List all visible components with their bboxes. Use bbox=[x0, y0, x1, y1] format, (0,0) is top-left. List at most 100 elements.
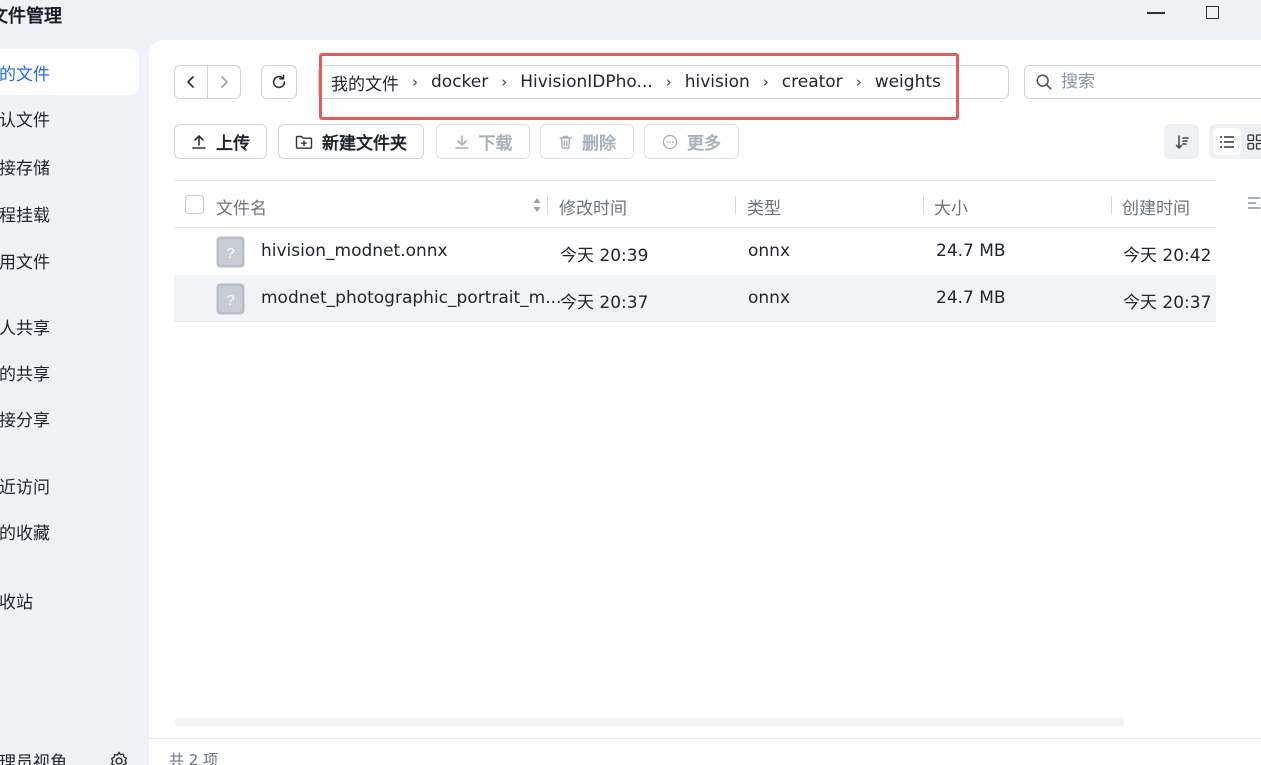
new-folder-label: 新建文件夹 bbox=[322, 134, 407, 154]
svg-text:?: ? bbox=[226, 292, 234, 309]
file-name[interactable]: hivision_modnet.onnx bbox=[261, 241, 448, 261]
breadcrumb-item[interactable]: creator bbox=[782, 72, 843, 92]
file-size: 24.7 MB bbox=[936, 241, 1006, 261]
sidebar-item-remote-mount[interactable]: 远程挂载 bbox=[0, 190, 139, 236]
sort-icon bbox=[1175, 134, 1189, 149]
main-panel: 我的文件 › docker › HivisionIDPho... › hivis… bbox=[149, 40, 1261, 740]
column-header-type[interactable]: 类型 bbox=[747, 194, 781, 219]
file-created: 今天 20:42 bbox=[1123, 246, 1212, 266]
search-icon bbox=[1036, 74, 1052, 90]
delete-button[interactable]: 删除 bbox=[540, 124, 634, 159]
sidebar-item-label: 默认文件 bbox=[0, 110, 50, 131]
sort-arrows-icon[interactable] bbox=[532, 195, 542, 215]
sidebar-item-link-share[interactable]: 链接分享 bbox=[0, 395, 139, 441]
list-view-button[interactable] bbox=[1213, 128, 1241, 155]
view-toggle bbox=[1209, 124, 1261, 159]
sidebar-item-my-share[interactable]: 我的共享 bbox=[0, 349, 139, 395]
breadcrumb-item[interactable]: 我的文件 bbox=[331, 70, 399, 95]
file-created: 今天 20:37 bbox=[1123, 293, 1212, 313]
breadcrumb-item[interactable]: weights bbox=[875, 72, 941, 92]
sidebar-item-recent[interactable]: 最近访问 bbox=[0, 462, 139, 508]
chevron-left-icon bbox=[187, 76, 194, 88]
sidebar: 我的文件 默认文件 直接存储 远程挂载 应用文件 个人共享 我的共享 链接分享 … bbox=[0, 40, 149, 765]
upload-icon bbox=[192, 134, 206, 149]
sidebar-item-label: 我的共享 bbox=[0, 364, 50, 385]
sidebar-item-label: 个人共享 bbox=[0, 318, 50, 339]
file-size: 24.7 MB bbox=[936, 288, 1006, 308]
column-settings-icon[interactable] bbox=[1247, 195, 1261, 211]
sidebar-item-favorites[interactable]: 我的收藏 bbox=[0, 508, 139, 554]
sidebar-item-label: 应用文件 bbox=[0, 252, 50, 273]
chevron-right-icon: › bbox=[412, 73, 418, 91]
delete-label: 删除 bbox=[582, 134, 616, 154]
chevron-right-icon: › bbox=[665, 73, 672, 91]
sidebar-item-my-files[interactable]: 我的文件 bbox=[0, 49, 139, 95]
sidebar-item-default-files[interactable]: 默认文件 bbox=[0, 95, 139, 141]
select-all-checkbox[interactable] bbox=[185, 195, 204, 214]
more-icon bbox=[662, 134, 678, 149]
file-type: onnx bbox=[748, 241, 791, 261]
download-label: 下载 bbox=[478, 134, 513, 154]
chevron-right-icon: › bbox=[855, 73, 862, 91]
more-button[interactable]: 更多 bbox=[644, 124, 739, 159]
sidebar-item-label: 远程挂载 bbox=[0, 205, 50, 226]
list-icon bbox=[1220, 135, 1234, 148]
gear-icon[interactable] bbox=[108, 750, 130, 765]
sidebar-item-app-files[interactable]: 应用文件 bbox=[0, 237, 139, 283]
file-table: 文件名 修改时间 类型 大小 创建时间 ? hivision_modnet.on… bbox=[174, 180, 1216, 322]
download-button[interactable]: 下载 bbox=[436, 124, 530, 159]
table-header: 文件名 修改时间 类型 大小 创建时间 bbox=[174, 180, 1216, 228]
sidebar-item-direct-storage[interactable]: 直接存储 bbox=[0, 143, 139, 189]
file-modified: 今天 20:39 bbox=[560, 246, 649, 266]
column-header-modified[interactable]: 修改时间 bbox=[559, 194, 627, 219]
new-folder-button[interactable]: 新建文件夹 bbox=[278, 124, 424, 159]
svg-text:?: ? bbox=[226, 245, 234, 262]
sidebar-item-label: 我的文件 bbox=[0, 64, 50, 85]
sidebar-item-label: 直接存储 bbox=[0, 158, 50, 179]
file-type: onnx bbox=[748, 288, 791, 308]
horizontal-scrollbar[interactable] bbox=[174, 718, 1124, 726]
breadcrumb: 我的文件 › docker › HivisionIDPho... › hivis… bbox=[318, 65, 1009, 99]
forward-button[interactable] bbox=[208, 65, 240, 99]
breadcrumb-item[interactable]: hivision bbox=[685, 72, 750, 92]
refresh-icon bbox=[272, 74, 286, 89]
file-name[interactable]: modnet_photographic_portrait_m... bbox=[261, 288, 561, 308]
trash-icon bbox=[559, 135, 572, 149]
upload-label: 上传 bbox=[216, 134, 250, 154]
table-row[interactable]: ? modnet_photographic_portrait_m... 今天 2… bbox=[174, 275, 1216, 322]
chevron-right-icon: › bbox=[501, 73, 508, 91]
more-label: 更多 bbox=[687, 134, 721, 154]
grid-view-button[interactable] bbox=[1241, 128, 1261, 155]
unknown-file-icon: ? bbox=[216, 236, 245, 268]
sidebar-item-label: 我的收藏 bbox=[0, 523, 50, 544]
grid-icon bbox=[1247, 133, 1261, 150]
sidebar-item-label: 回收站 bbox=[0, 592, 33, 613]
sidebar-item-label: 最近访问 bbox=[0, 477, 50, 498]
column-header-size[interactable]: 大小 bbox=[934, 194, 968, 219]
sidebar-item-label: 链接分享 bbox=[0, 410, 50, 431]
chevron-right-icon bbox=[221, 76, 228, 88]
column-header-name[interactable]: 文件名 bbox=[216, 194, 267, 219]
search-box bbox=[1024, 65, 1261, 99]
app-title: 文件管理 bbox=[0, 6, 62, 27]
sort-button[interactable] bbox=[1164, 124, 1199, 159]
refresh-button[interactable] bbox=[261, 65, 297, 99]
status-bar: 共 2 项 bbox=[149, 738, 1261, 765]
search-input[interactable] bbox=[1061, 72, 1241, 92]
admin-view-label[interactable]: 管理员视角 bbox=[0, 748, 67, 765]
folder-plus-icon bbox=[295, 135, 313, 149]
unknown-file-icon: ? bbox=[216, 283, 245, 315]
item-count: 共 2 项 bbox=[169, 751, 219, 765]
back-button[interactable] bbox=[175, 65, 207, 99]
breadcrumb-item[interactable]: docker bbox=[431, 72, 488, 92]
maximize-button[interactable] bbox=[1192, 0, 1232, 24]
column-header-created[interactable]: 创建时间 bbox=[1122, 194, 1190, 219]
file-modified: 今天 20:37 bbox=[560, 293, 649, 313]
minimize-button[interactable] bbox=[1136, 0, 1176, 24]
table-row[interactable]: ? hivision_modnet.onnx 今天 20:39 onnx 24.… bbox=[174, 228, 1216, 275]
sidebar-item-recycle-bin[interactable]: 回收站 bbox=[0, 577, 139, 623]
history-nav bbox=[174, 65, 241, 99]
sidebar-item-personal-share[interactable]: 个人共享 bbox=[0, 303, 139, 349]
breadcrumb-item[interactable]: HivisionIDPho... bbox=[520, 72, 653, 92]
upload-button[interactable]: 上传 bbox=[174, 124, 267, 159]
